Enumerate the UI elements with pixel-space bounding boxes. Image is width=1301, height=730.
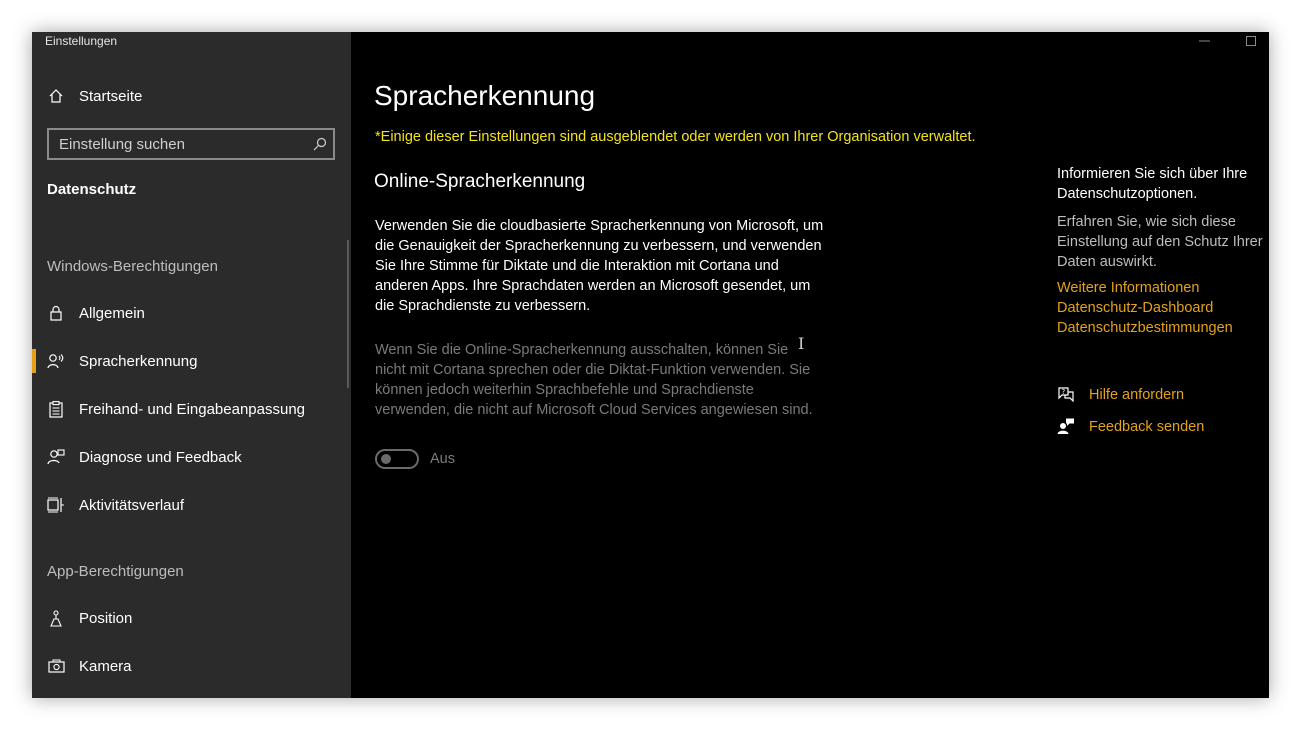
speech-icon xyxy=(47,352,65,370)
lock-icon xyxy=(47,304,65,322)
sidebar-item-freihand[interactable]: Freihand- und Eingabeanpassung xyxy=(32,389,351,429)
sidebar-item-position[interactable]: Position xyxy=(32,598,351,638)
sidebar-item-label: Allgemein xyxy=(79,304,145,322)
svg-text:?: ? xyxy=(1062,388,1066,396)
clipboard-icon xyxy=(47,400,65,418)
maximize-icon[interactable] xyxy=(1246,35,1256,49)
info-title: Informieren Sie sich über Ihre Datenschu… xyxy=(1057,166,1248,202)
org-managed-note: *Einige dieser Einstellungen sind ausgeb… xyxy=(375,129,976,145)
toggle-state-label: Aus xyxy=(430,451,455,467)
sidebar-item-label: Aktivitätsverlauf xyxy=(79,496,185,514)
sidebar-item-label: Diagnose und Feedback xyxy=(79,448,242,466)
nav-home[interactable]: Startseite xyxy=(32,76,351,116)
section-title: Online-Spracherkennung xyxy=(374,171,586,192)
online-speech-toggle[interactable] xyxy=(375,449,419,469)
text-cursor-icon: I xyxy=(798,334,805,353)
sidebar-item-label: Freihand- und Eingabeanpassung xyxy=(79,400,306,418)
sidebar-item-kamera[interactable]: Kamera xyxy=(32,646,351,686)
help-chat-icon: ? xyxy=(1057,386,1075,404)
sidebar-item-aktivitaet[interactable]: Aktivitätsverlauf xyxy=(32,485,351,525)
get-help-button[interactable]: ? Hilfe anfordern xyxy=(1057,386,1184,404)
send-feedback-label: Feedback senden xyxy=(1089,419,1205,435)
settings-window: Einstellungen Startseite Einstellung suc… xyxy=(32,32,1269,698)
diagnostics-icon xyxy=(47,448,65,466)
timeline-icon xyxy=(47,496,65,514)
section-heading-windows: Windows-Berechtigungen xyxy=(47,258,218,275)
get-help-label: Hilfe anfordern xyxy=(1089,387,1185,403)
nav-home-label: Startseite xyxy=(79,87,143,105)
sidebar-item-spracherkennung[interactable]: Spracherkennung xyxy=(32,341,351,381)
home-icon xyxy=(47,87,65,105)
description: Verwenden Sie die cloudbasierte Spracher… xyxy=(375,218,824,314)
main-content: Spracherkennung *Einige dieser Einstellu… xyxy=(351,32,1269,698)
minimize-icon[interactable] xyxy=(1199,35,1210,49)
toggle-knob xyxy=(381,454,391,464)
page-title: Spracherkennung xyxy=(374,80,596,111)
category-title: Datenschutz xyxy=(47,181,137,198)
search-icon[interactable] xyxy=(313,137,327,156)
sidebar-item-label: Spracherkennung xyxy=(79,352,198,370)
search-input[interactable]: Einstellung suchen xyxy=(59,136,185,153)
send-feedback-button[interactable]: Feedback senden xyxy=(1057,418,1204,436)
sidebar: Einstellungen Startseite Einstellung suc… xyxy=(32,32,351,698)
window-title: Einstellungen xyxy=(45,34,118,48)
link-privacy-dashboard[interactable]: Datenschutz-Dashboard xyxy=(1057,298,1269,318)
description-disabled: Wenn Sie die Online-Spracherkennung auss… xyxy=(375,342,813,418)
sidebar-item-label: Position xyxy=(79,609,133,627)
search-box[interactable]: Einstellung suchen xyxy=(47,128,335,160)
sidebar-item-allgemein[interactable]: Allgemein xyxy=(32,293,351,333)
section-heading-apps: App-Berechtigungen xyxy=(47,563,184,580)
camera-icon xyxy=(47,657,65,675)
link-privacy-statement[interactable]: Datenschutzbestimmungen xyxy=(1057,318,1269,338)
link-more-info[interactable]: Weitere Informationen xyxy=(1057,278,1269,298)
sidebar-item-label: Kamera xyxy=(79,657,132,675)
location-icon xyxy=(47,609,65,627)
privacy-info-panel: Informieren Sie sich über Ihre Datenschu… xyxy=(1057,164,1269,338)
sidebar-item-diagnose[interactable]: Diagnose und Feedback xyxy=(32,437,351,477)
feedback-icon xyxy=(1057,418,1075,436)
info-body: Erfahren Sie, wie sich diese Einstellung… xyxy=(1057,214,1263,270)
